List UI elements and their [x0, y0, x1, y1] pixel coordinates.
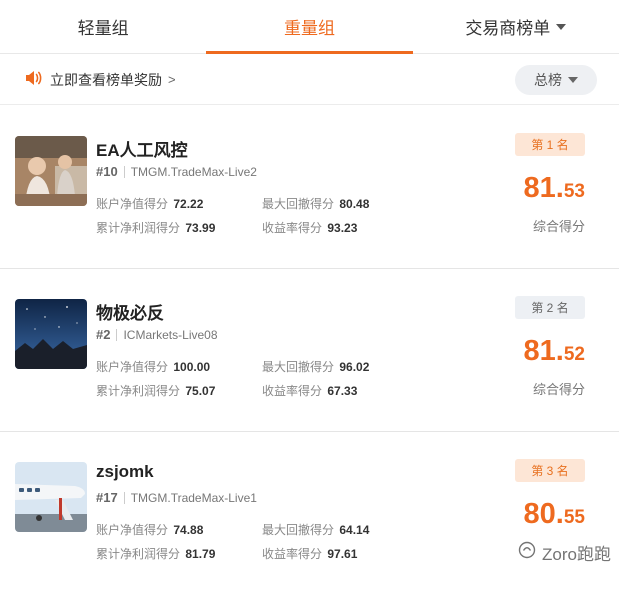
stat-max-drawdown: 最大回撤得分 80.48: [262, 197, 370, 211]
divider: [116, 328, 118, 341]
chevron-down-icon: [568, 77, 578, 83]
stat-return-rate: 收益率得分 93.23: [262, 221, 358, 235]
stat-account-equity: 账户净值得分 100.00: [96, 360, 211, 374]
avatar: [15, 136, 87, 206]
composite-score: 81.52: [523, 335, 585, 367]
notice-text: 立即查看榜单奖励: [50, 71, 162, 88]
trader-name: EA人工风控: [96, 141, 188, 160]
group-tabs: 轻量组 重量组 交易商榜单: [0, 0, 619, 54]
composite-score: 80.55: [523, 498, 585, 530]
ranking-card[interactable]: zsjomk #17 TMGM.TradeMax-Live1 账户净值得分 74…: [0, 432, 619, 591]
ranking-card[interactable]: EA人工风控 #10 TMGM.TradeMax-Live2 账户净值得分 72…: [0, 106, 619, 269]
divider: [123, 491, 125, 504]
tab-heavyweight[interactable]: 重量组: [206, 0, 413, 54]
rank-badge: 第 2 名: [515, 296, 585, 319]
trader-meta: #10 TMGM.TradeMax-Live2: [96, 164, 257, 179]
server-name: TMGM.TradeMax-Live1: [130, 490, 257, 505]
notice-bar: 立即查看榜单奖励 > 总榜: [0, 55, 619, 105]
stat-max-drawdown: 最大回撤得分 96.02: [262, 360, 370, 374]
composite-score-label: 综合得分: [532, 382, 585, 397]
rank-badge: 第 3 名: [515, 459, 585, 482]
trader-meta: #2 ICMarkets-Live08: [96, 327, 218, 342]
watermark: Zoro跑跑: [518, 540, 611, 565]
trader-rank-number: #2: [96, 327, 111, 342]
chevron-down-icon: [556, 23, 567, 30]
notice-arrow: >: [168, 72, 176, 87]
server-name: ICMarkets-Live08: [123, 327, 218, 342]
stat-return-rate: 收益率得分 97.61: [262, 547, 358, 561]
watermark-logo-icon: [518, 541, 536, 564]
stat-cumulative-profit: 累计净利润得分 81.79: [96, 547, 216, 561]
server-name: TMGM.TradeMax-Live2: [130, 164, 257, 179]
tab-broker-ranking[interactable]: 交易商榜单: [413, 0, 619, 53]
composite-score: 81.53: [523, 172, 585, 204]
stat-return-rate: 收益率得分 67.33: [262, 384, 358, 398]
stat-max-drawdown: 最大回撤得分 64.14: [262, 523, 370, 537]
tab-lightweight[interactable]: 轻量组: [0, 0, 206, 53]
ranking-select[interactable]: 总榜: [515, 65, 597, 95]
ranking-card[interactable]: 物极必反 #2 ICMarkets-Live08 账户净值得分 100.00 最…: [0, 269, 619, 432]
trader-name: zsjomk: [96, 462, 154, 481]
composite-score-label: 综合得分: [532, 219, 585, 234]
divider: [123, 165, 125, 178]
stat-account-equity: 账户净值得分 74.88: [96, 523, 204, 537]
avatar: [15, 462, 87, 532]
trader-rank-number: #17: [96, 490, 118, 505]
trader-name: 物极必反: [96, 304, 164, 323]
rank-badge: 第 1 名: [515, 133, 585, 156]
avatar: [15, 299, 87, 369]
speaker-icon: [24, 69, 42, 90]
trader-rank-number: #10: [96, 164, 118, 179]
stat-cumulative-profit: 累计净利润得分 75.07: [96, 384, 216, 398]
trader-meta: #17 TMGM.TradeMax-Live1: [96, 490, 257, 505]
reward-notice-link[interactable]: 立即查看榜单奖励 >: [24, 69, 176, 90]
stat-account-equity: 账户净值得分 72.22: [96, 197, 204, 211]
stat-cumulative-profit: 累计净利润得分 73.99: [96, 221, 216, 235]
